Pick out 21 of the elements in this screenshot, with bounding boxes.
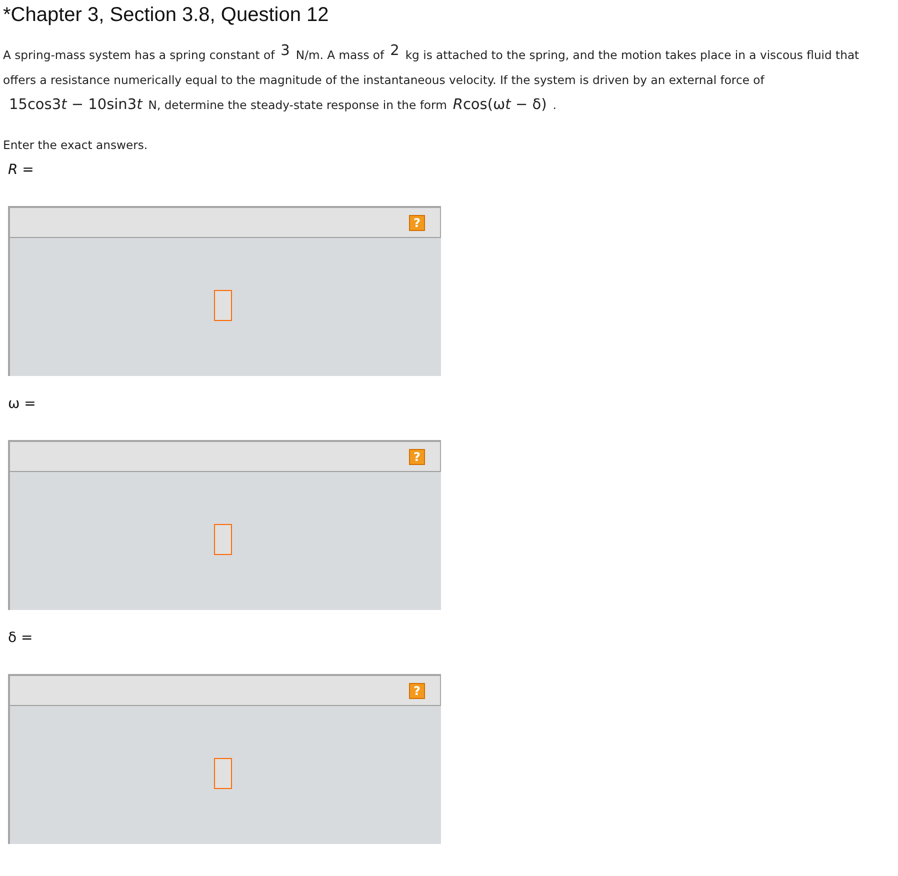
answer-label: ω = <box>8 396 37 412</box>
problem-text: offers a resistance numerically equal to the magnitude of the instantaneous velocity. If the system is driven by an external force of <box>3 73 764 87</box>
question-title: *Chapter 3, Section 3.8, Question 12 <box>3 4 330 27</box>
problem-text: N/m. A mass of <box>296 48 384 62</box>
answer-label: δ = <box>8 630 34 646</box>
problem-text: N, determine the steady-state response in the form <box>148 98 447 112</box>
math-expression: 3 <box>280 43 290 59</box>
problem-text: A spring-mass system has a spring constant of <box>3 48 275 62</box>
answer-label: R = <box>8 162 35 178</box>
help-button[interactable]: ? <box>409 682 425 698</box>
problem-text: . <box>552 98 556 112</box>
problem-text: kg is attached to the spring, and the motion takes place in a viscous fluid that <box>405 48 860 62</box>
instruction-text: Enter the exact answers. <box>3 138 149 152</box>
help-button[interactable]: ? <box>409 448 425 464</box>
answer-input[interactable] <box>214 290 232 321</box>
math-expression: 2 <box>390 43 400 59</box>
answer-input[interactable] <box>214 758 232 789</box>
math-expression: 15cos3t − 10sin3t <box>9 97 142 113</box>
help-button[interactable]: ? <box>409 214 425 230</box>
math-expression: Rcos(ωt − δ) <box>452 97 547 113</box>
answer-input[interactable] <box>214 524 232 555</box>
